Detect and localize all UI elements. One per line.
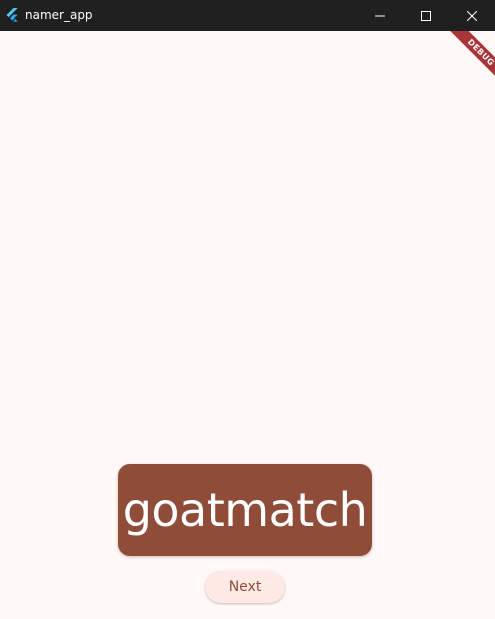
next-button[interactable]: Next xyxy=(205,571,285,603)
flutter-icon xyxy=(4,7,20,23)
maximize-button[interactable] xyxy=(403,0,449,31)
close-button[interactable] xyxy=(449,0,495,31)
app-window: namer_app goatmatch Next DEBUG xyxy=(0,0,495,619)
maximize-icon xyxy=(421,6,431,25)
word-pair-card: goatmatch xyxy=(118,464,372,556)
word-pair-text: goatmatch xyxy=(122,483,368,537)
app-content: goatmatch Next xyxy=(0,31,495,619)
title-bar[interactable]: namer_app xyxy=(0,0,495,31)
window-title: namer_app xyxy=(25,8,93,22)
minimize-icon xyxy=(375,6,385,25)
close-icon xyxy=(466,6,478,25)
minimize-button[interactable] xyxy=(357,0,403,31)
